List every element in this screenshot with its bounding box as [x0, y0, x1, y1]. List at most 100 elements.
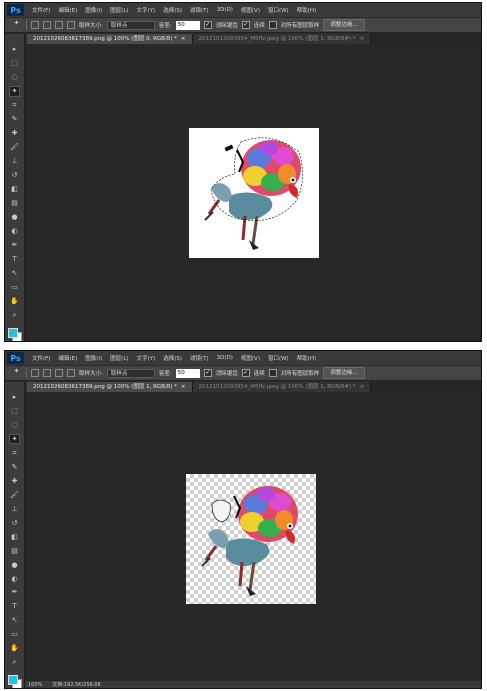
close-icon[interactable]: × — [360, 384, 365, 390]
document-tab[interactable]: 20121012093954_M5ffz.jpeg @ 100% (图层 1, … — [192, 34, 372, 44]
magic-wand-tool-icon[interactable]: ✦ — [9, 433, 20, 445]
crop-tool-icon[interactable]: ⌗ — [9, 448, 20, 458]
new-selection-icon[interactable] — [31, 21, 39, 29]
menu-view[interactable]: 视图(V) — [237, 354, 264, 362]
contiguous-checkbox[interactable]: ✓ — [241, 369, 250, 377]
close-icon[interactable]: × — [181, 384, 186, 390]
subtract-selection-icon[interactable] — [55, 369, 63, 377]
shape-tool-icon[interactable]: ▭ — [9, 629, 20, 639]
shape-tool-icon[interactable]: ▭ — [9, 282, 20, 292]
add-selection-icon[interactable] — [43, 369, 51, 377]
menu-select[interactable]: 选择(S) — [159, 354, 186, 362]
dodge-tool-icon[interactable]: ◐ — [9, 573, 20, 583]
refine-edge-button[interactable]: 调整边缘... — [323, 367, 365, 379]
gradient-tool-icon[interactable]: ▤ — [9, 198, 20, 208]
zoom-tool-icon[interactable]: ⌕ — [9, 310, 20, 320]
foreground-color[interactable] — [7, 327, 18, 338]
sample-size-select[interactable]: 取样点 — [106, 20, 155, 30]
dodge-tool-icon[interactable]: ◐ — [9, 226, 20, 236]
sample-all-layers-checkbox[interactable] — [268, 369, 277, 377]
menu-filter[interactable]: 滤镜(T) — [186, 354, 213, 362]
menu-filter[interactable]: 滤镜(T) — [186, 6, 213, 14]
marquee-tool-icon[interactable]: ⬚ — [9, 58, 20, 68]
type-tool-icon[interactable]: T — [9, 601, 20, 611]
menu-window[interactable]: 窗口(W) — [264, 354, 293, 362]
document-tab[interactable]: 20121012093954_M5ffz.jpeg @ 100% (图层 1, … — [192, 382, 372, 392]
menu-view[interactable]: 视图(V) — [237, 6, 264, 14]
path-selection-tool-icon[interactable]: ↖ — [9, 268, 20, 278]
eyedropper-tool-icon[interactable]: ✎ — [9, 462, 20, 472]
antialias-checkbox[interactable]: ✓ — [203, 369, 212, 377]
history-brush-tool-icon[interactable]: ↺ — [9, 518, 20, 528]
healing-brush-tool-icon[interactable]: ✚ — [9, 128, 20, 138]
menu-type[interactable]: 文字(Y) — [133, 6, 160, 14]
subtract-selection-icon[interactable] — [55, 21, 63, 29]
antialias-checkbox[interactable]: ✓ — [203, 21, 212, 29]
menu-3d[interactable]: 3D(D) — [213, 7, 237, 13]
blur-tool-icon[interactable]: ● — [9, 212, 20, 222]
menu-file[interactable]: 文件(F) — [28, 6, 54, 14]
brush-tool-icon[interactable]: 🖌 — [9, 490, 20, 500]
menu-layer[interactable]: 图层(L) — [106, 354, 132, 362]
intersect-selection-icon[interactable] — [67, 21, 75, 29]
menu-type[interactable]: 文字(Y) — [133, 354, 160, 362]
path-selection-tool-icon[interactable]: ↖ — [9, 615, 20, 625]
zoom-level[interactable]: 100% — [28, 682, 42, 688]
lasso-tool-icon[interactable]: ◌ — [9, 420, 20, 430]
menu-edit[interactable]: 编辑(E) — [54, 6, 81, 14]
magic-wand-icon[interactable]: ✦ — [11, 366, 22, 377]
canvas-area[interactable] — [25, 392, 481, 688]
brush-tool-icon[interactable]: 🖌 — [9, 142, 20, 152]
menu-3d[interactable]: 3D(D) — [213, 355, 237, 361]
menu-file[interactable]: 文件(F) — [28, 354, 54, 362]
close-icon[interactable]: × — [181, 36, 186, 42]
zoom-tool-icon[interactable]: ⌕ — [9, 657, 20, 667]
tolerance-input[interactable]: 50 — [175, 368, 200, 378]
canvas-area[interactable] — [25, 44, 481, 341]
menu-image[interactable]: 图像(I) — [81, 6, 106, 14]
pen-tool-icon[interactable]: ✒ — [9, 587, 20, 597]
clone-stamp-tool-icon[interactable]: ⊥ — [9, 504, 20, 514]
foreground-color[interactable] — [7, 674, 18, 685]
clone-stamp-tool-icon[interactable]: ⊥ — [9, 156, 20, 166]
magic-wand-tool-icon[interactable]: ✦ — [9, 85, 20, 97]
hand-tool-icon[interactable]: ✋ — [9, 296, 20, 306]
marquee-tool-icon[interactable]: ⬚ — [9, 406, 20, 416]
color-swatches[interactable] — [7, 674, 22, 688]
menu-select[interactable]: 选择(S) — [159, 6, 186, 14]
move-tool-icon[interactable]: ▸ — [9, 392, 20, 402]
menu-window[interactable]: 窗口(W) — [264, 6, 293, 14]
close-icon[interactable]: × — [360, 36, 365, 42]
menu-layer[interactable]: 图层(L) — [106, 6, 132, 14]
sample-size-select[interactable]: 取样点 — [106, 368, 155, 378]
contiguous-checkbox[interactable]: ✓ — [241, 21, 250, 29]
blur-tool-icon[interactable]: ● — [9, 559, 20, 569]
history-brush-tool-icon[interactable]: ↺ — [9, 170, 20, 180]
type-tool-icon[interactable]: T — [9, 254, 20, 264]
magic-wand-icon[interactable]: ✦ — [11, 18, 22, 29]
document-canvas-transparent[interactable] — [186, 474, 316, 604]
menu-edit[interactable]: 编辑(E) — [54, 354, 81, 362]
color-swatches[interactable] — [7, 327, 22, 341]
crop-tool-icon[interactable]: ⌗ — [9, 100, 20, 110]
tolerance-input[interactable]: 50 — [175, 20, 200, 30]
document-canvas[interactable] — [189, 128, 319, 258]
eyedropper-tool-icon[interactable]: ✎ — [9, 114, 20, 124]
menu-help[interactable]: 帮助(H) — [293, 6, 320, 14]
hand-tool-icon[interactable]: ✋ — [9, 643, 20, 653]
menu-help[interactable]: 帮助(H) — [293, 354, 320, 362]
eraser-tool-icon[interactable]: ◧ — [9, 184, 20, 194]
pen-tool-icon[interactable]: ✒ — [9, 240, 20, 250]
new-selection-icon[interactable] — [31, 369, 39, 377]
eraser-tool-icon[interactable]: ◧ — [9, 531, 20, 541]
document-tab-active[interactable]: 20121026083617389.png @ 100% (图层 1, RGB/… — [27, 382, 193, 392]
lasso-tool-icon[interactable]: ◌ — [9, 72, 20, 82]
move-tool-icon[interactable]: ▸ — [9, 44, 20, 54]
menu-image[interactable]: 图像(I) — [81, 354, 106, 362]
refine-edge-button[interactable]: 调整边缘... — [323, 19, 365, 31]
add-selection-icon[interactable] — [43, 21, 51, 29]
healing-brush-tool-icon[interactable]: ✚ — [9, 476, 20, 486]
intersect-selection-icon[interactable] — [67, 369, 75, 377]
document-tab-active[interactable]: 20121026083617389.png @ 100% (图层 0, RGB/… — [27, 34, 193, 44]
gradient-tool-icon[interactable]: ▤ — [9, 545, 20, 555]
